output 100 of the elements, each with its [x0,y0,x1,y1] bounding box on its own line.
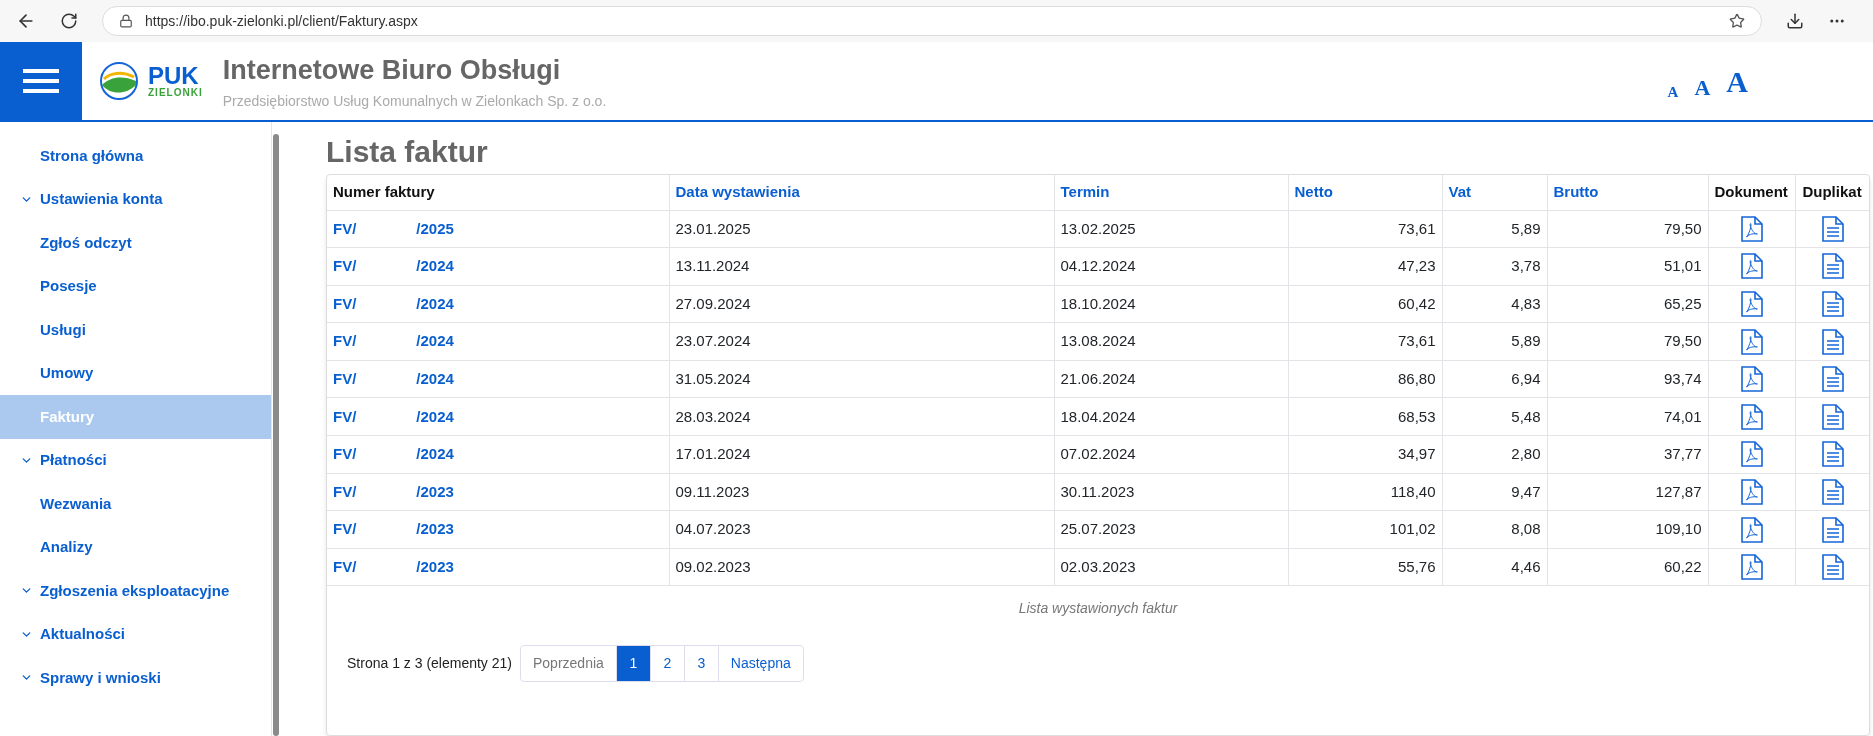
table-cell: 8,08 [1442,510,1547,549]
document-icon[interactable] [1821,215,1844,242]
invoice-number-link[interactable]: FV/ /2024 [333,445,454,463]
table-cell: 31.05.2024 [669,360,1054,398]
table-cell: 18.04.2024 [1054,397,1288,436]
table-cell: 34,97 [1288,435,1442,474]
column-header: Dokument [1708,175,1796,210]
document-icon[interactable] [1821,441,1844,468]
table-cell: 118,40 [1288,473,1442,511]
page-button[interactable]: 1 [616,646,651,682]
pdf-file-icon[interactable] [1740,441,1763,468]
table-cell: 17.01.2024 [669,435,1054,474]
table-cell: 07.02.2024 [1054,435,1288,474]
table-cell: 65,25 [1547,285,1708,323]
table-cell: 79,50 [1547,210,1708,248]
document-icon[interactable] [1821,478,1844,505]
sidebar-item[interactable]: Usługi [0,308,271,352]
logo-subtext: ZIELONKI [148,88,203,98]
table-cell: 02.03.2023 [1054,548,1288,586]
table-cell: 9,47 [1442,473,1547,511]
sidebar-item[interactable]: Ustawienia konta [0,177,271,221]
pdf-file-icon[interactable] [1740,516,1763,543]
pdf-file-icon[interactable] [1740,403,1763,430]
document-icon[interactable] [1821,291,1844,317]
menu-button[interactable] [0,42,82,120]
table-cell: 13.02.2025 [1054,210,1288,248]
page-button[interactable]: 3 [684,646,719,682]
column-header[interactable]: Brutto [1547,175,1708,210]
invoice-number-link[interactable]: FV/ /2025 [333,219,454,237]
lock-icon [119,14,133,28]
column-header[interactable]: Netto [1288,175,1442,210]
invoice-number-link[interactable]: FV/ /2024 [333,407,454,425]
invoice-number-link[interactable]: FV/ /2024 [333,257,454,275]
table-cell: 60,22 [1547,548,1708,586]
invoice-number-link[interactable]: FV/ /2023 [333,520,454,538]
pdf-file-icon[interactable] [1740,215,1763,242]
table-cell: 13.11.2024 [669,247,1054,286]
table-cell: 73,61 [1288,210,1442,248]
column-header[interactable]: Vat [1442,175,1547,210]
invoice-number-link[interactable]: FV/ /2024 [333,294,454,312]
column-header[interactable]: Data wystawienia [669,175,1054,210]
scrollbar[interactable] [273,134,279,736]
table-cell: 13.08.2024 [1054,322,1288,361]
table-cell: 23.01.2025 [669,210,1054,248]
document-icon[interactable] [1821,516,1844,543]
sidebar-item[interactable]: Wezwania [0,482,271,526]
sidebar-item[interactable]: Umowy [0,351,271,395]
sidebar-item[interactable]: Zgłoszenia eksploatacyjne [0,569,271,613]
pdf-file-icon[interactable] [1740,328,1763,355]
invoice-number-link[interactable]: FV/ /2024 [333,332,454,350]
favorite-icon[interactable] [1729,13,1745,29]
table-cell: 60,42 [1288,285,1442,323]
table-cell: 86,80 [1288,360,1442,398]
invoice-number-link[interactable]: FV/ /2023 [333,482,454,500]
table-cell: 04.12.2024 [1054,247,1288,286]
table-cell: 101,02 [1288,510,1442,549]
column-header[interactable]: Termin [1054,175,1288,210]
pdf-file-icon[interactable] [1740,366,1763,393]
sidebar-item[interactable]: Sprawy i wnioski [0,656,271,700]
sidebar-item[interactable]: Posesje [0,264,271,308]
sidebar-item[interactable]: Aktualności [0,612,271,656]
pdf-file-icon[interactable] [1740,478,1763,505]
pdf-file-icon[interactable] [1740,291,1763,317]
table-cell: 6,94 [1442,360,1547,398]
table-cell: 109,10 [1547,510,1708,549]
sidebar-item[interactable]: Analizy [0,525,271,569]
document-icon[interactable] [1821,328,1844,355]
table-cell: 4,46 [1442,548,1547,586]
page-button[interactable]: 2 [650,646,685,682]
document-icon[interactable] [1821,366,1844,393]
table-cell: 09.11.2023 [669,473,1054,511]
document-icon[interactable] [1821,403,1844,430]
document-icon[interactable] [1821,554,1844,581]
next-button[interactable]: Następna [718,646,803,682]
document-icon[interactable] [1821,253,1844,280]
font-size-button[interactable]: A [1667,81,1679,104]
address-bar[interactable]: https://ibo.puk-zielonki.pl/client/Faktury.aspx [102,6,1762,36]
table-cell: 68,53 [1288,397,1442,436]
reload-icon[interactable] [60,12,78,30]
table-cell: 28.03.2024 [669,397,1054,436]
table-cell: 47,23 [1288,247,1442,286]
table-cell: 79,50 [1547,322,1708,361]
font-size-button[interactable]: A [1694,70,1711,104]
sidebar-item[interactable]: Płatności [0,438,271,482]
table-cell: 74,01 [1547,397,1708,436]
invoice-number-link[interactable]: FV/ /2024 [333,369,454,387]
previous-button[interactable]: Poprzednia [521,646,617,682]
invoice-number-link[interactable]: FV/ /2023 [333,557,454,575]
pdf-file-icon[interactable] [1740,554,1763,581]
logo-icon [98,61,140,101]
sidebar-item[interactable]: Strona główna [0,134,271,178]
font-size-button[interactable]: A [1726,58,1748,104]
download-icon[interactable] [1786,12,1804,30]
table-cell: 127,87 [1547,473,1708,511]
page-title: Lista faktur [326,134,489,170]
table-cell: 37,77 [1547,435,1708,474]
table-cell: 09.02.2023 [669,548,1054,586]
table-cell: 30.11.2023 [1054,473,1288,511]
sidebar-item[interactable]: Zgłoś odczyt [0,221,271,265]
pdf-file-icon[interactable] [1740,253,1763,280]
